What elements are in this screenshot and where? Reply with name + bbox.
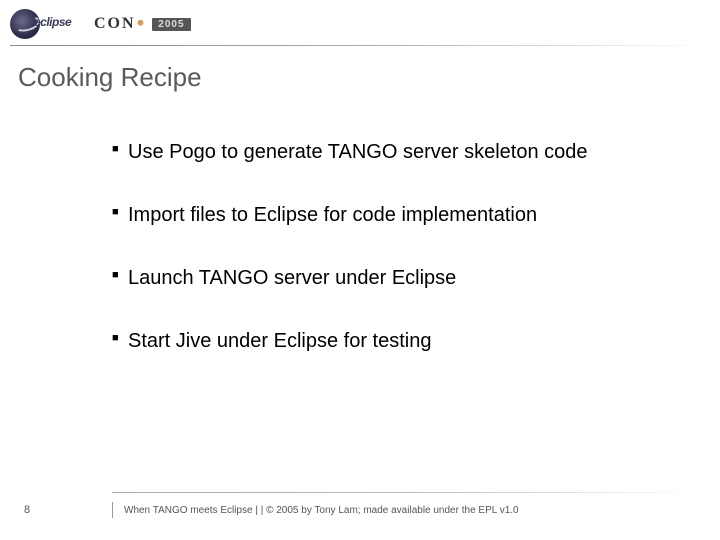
slide-body: Use Pogo to generate TANGO server skelet… xyxy=(112,140,660,392)
slide-footer: 8 When TANGO meets Eclipse | | © 2005 by… xyxy=(0,496,720,516)
eclipse-logo: eclipse xyxy=(10,9,80,39)
footer-divider xyxy=(112,492,700,493)
con-text: CON• xyxy=(94,15,147,33)
conference-logo: eclipse CON• 2005 xyxy=(10,8,191,40)
slide-title: Cooking Recipe xyxy=(18,62,202,93)
header-divider xyxy=(10,45,710,46)
eclipse-wordmark: eclipse xyxy=(34,15,71,29)
page-number: 8 xyxy=(24,504,30,516)
con-logo: CON• 2005 xyxy=(94,14,191,34)
list-item: Use Pogo to generate TANGO server skelet… xyxy=(112,140,660,165)
list-item: Import files to Eclipse for code impleme… xyxy=(112,203,660,228)
year-badge: 2005 xyxy=(152,18,190,31)
dot-icon: • xyxy=(137,10,147,35)
footer-separator xyxy=(112,502,113,518)
list-item: Start Jive under Eclipse for testing xyxy=(112,329,660,354)
list-item: Launch TANGO server under Eclipse xyxy=(112,266,660,291)
footer-attribution: When TANGO meets Eclipse | | © 2005 by T… xyxy=(124,505,519,516)
bullet-list: Use Pogo to generate TANGO server skelet… xyxy=(112,140,660,354)
